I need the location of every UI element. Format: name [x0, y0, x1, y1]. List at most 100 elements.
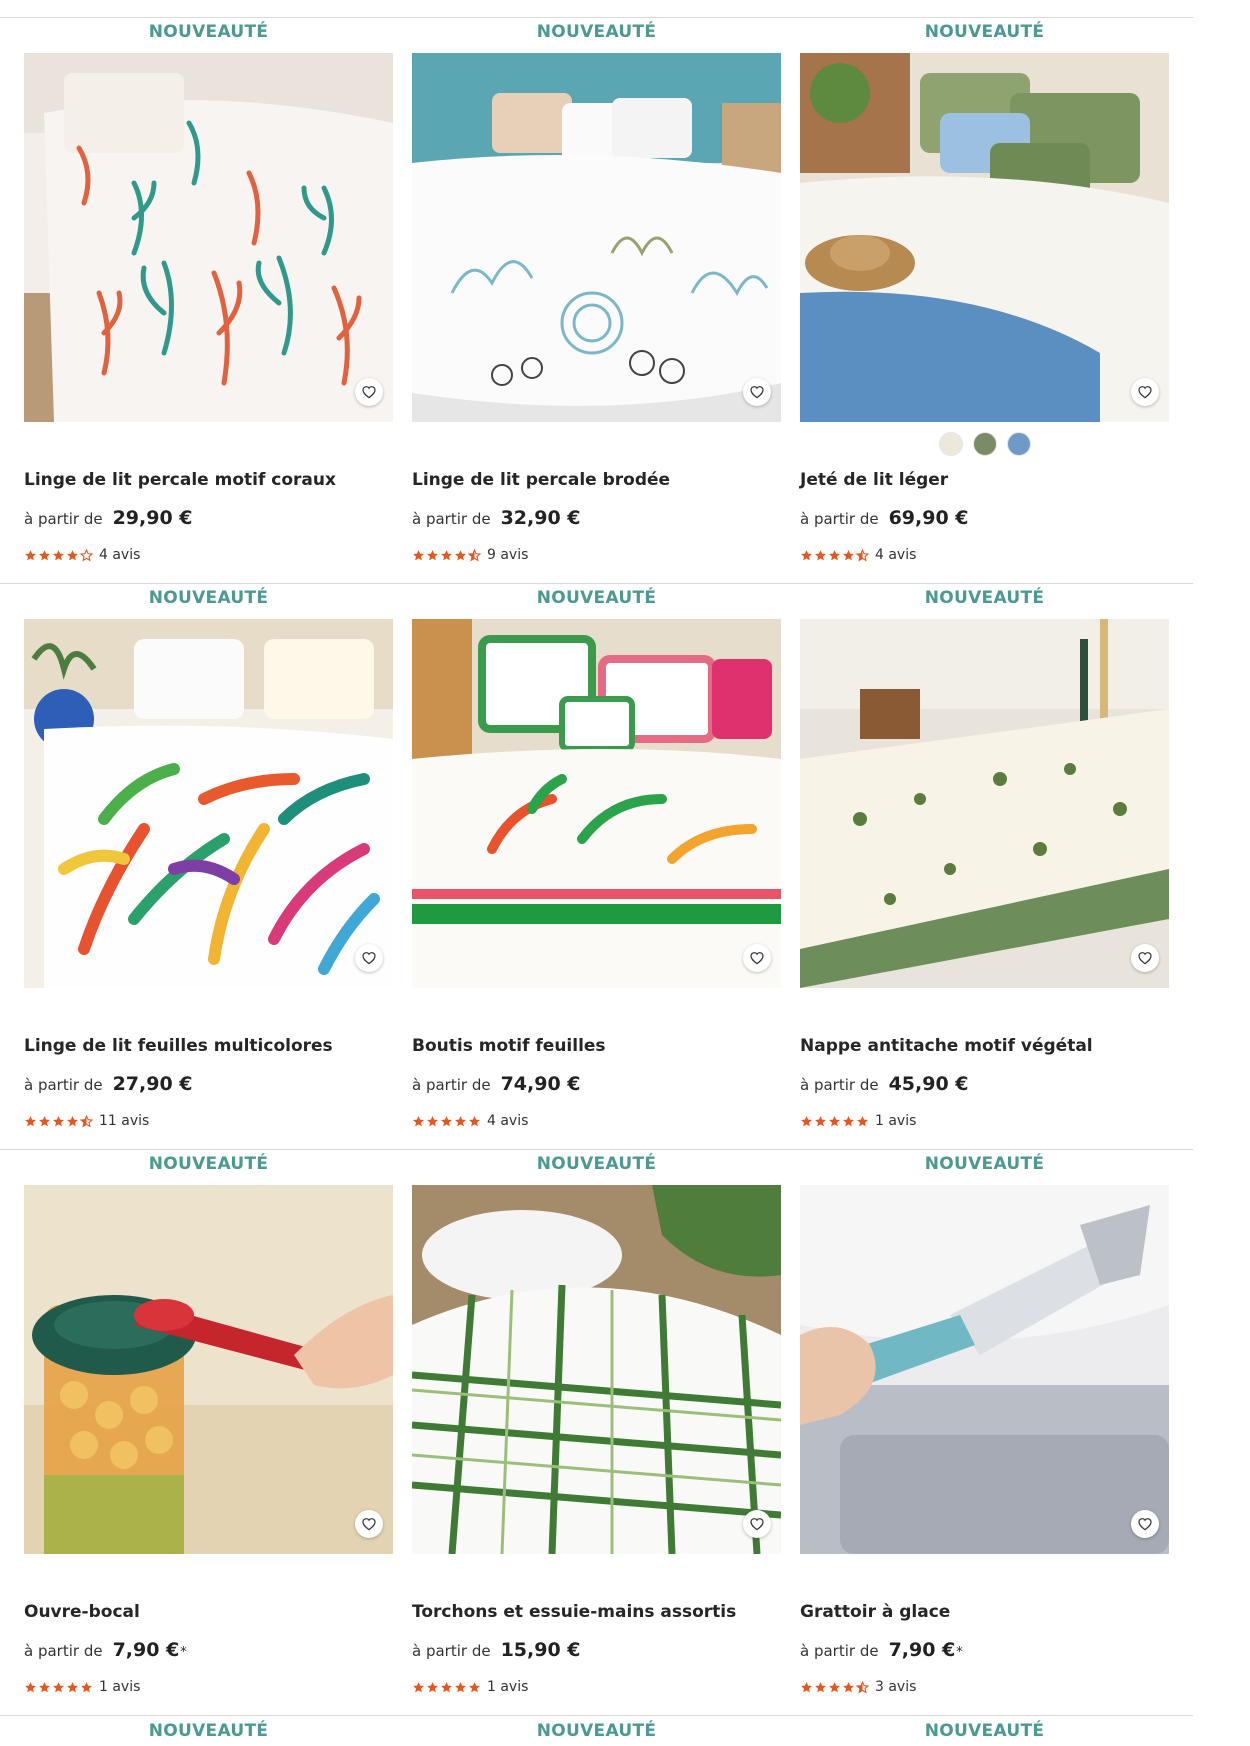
review-count: 4 avis [99, 547, 141, 563]
product-title[interactable]: Boutis motif feuilles [412, 1036, 781, 1056]
price-line: à partir de 74,90 € [412, 1073, 582, 1095]
price-footnote: * [180, 1645, 187, 1660]
product-title[interactable]: Jeté de lit léger [800, 470, 1169, 490]
favorite-button[interactable] [743, 378, 771, 406]
star-icon [842, 1681, 855, 1694]
new-badge: NOUVEAUTÉ [148, 588, 269, 608]
star-icon [412, 1681, 425, 1694]
price-line: à partir de 32,90 € [412, 507, 582, 529]
star-icon [426, 1681, 439, 1694]
rating[interactable]: 1 avis [412, 1679, 528, 1695]
star-icon [468, 1115, 481, 1128]
rating[interactable]: 4 avis [800, 547, 916, 563]
product-price: 45,90 € [888, 1073, 969, 1095]
star-icon [52, 549, 65, 562]
product-image[interactable] [800, 619, 1169, 988]
star-icon [454, 1681, 467, 1694]
product-price: 7,90 € [888, 1639, 956, 1661]
price-prefix: à partir de [24, 1642, 103, 1660]
product-title[interactable]: Torchons et essuie-mains assortis [412, 1602, 781, 1622]
heart-icon [361, 950, 377, 966]
price-line: à partir de 7,90 € * [800, 1639, 963, 1661]
review-count: 1 avis [487, 1679, 529, 1695]
star-icon [38, 1115, 51, 1128]
favorite-button[interactable] [355, 1510, 383, 1538]
star-icon [468, 548, 481, 562]
product-title[interactable]: Linge de lit percale brodée [412, 470, 781, 490]
star-icon [80, 548, 93, 562]
star-icon [800, 1681, 813, 1694]
new-badge: NOUVEAUTÉ [536, 1721, 657, 1741]
favorite-button[interactable] [1131, 378, 1159, 406]
product-image[interactable] [412, 619, 781, 988]
price-line: à partir de 29,90 € [24, 507, 194, 529]
product-title[interactable]: Linge de lit feuilles multicolores [24, 1036, 393, 1056]
rating[interactable]: 1 avis [24, 1679, 140, 1695]
rating-stars [24, 548, 93, 562]
favorite-button[interactable] [355, 944, 383, 972]
review-count: 1 avis [875, 1113, 917, 1129]
favorite-button[interactable] [1131, 1510, 1159, 1538]
rating-stars [800, 1680, 869, 1694]
star-icon [454, 549, 467, 562]
price-prefix: à partir de [800, 510, 879, 528]
star-icon [814, 1115, 827, 1128]
rating[interactable]: 11 avis [24, 1113, 149, 1129]
product-price: 74,90 € [500, 1073, 581, 1095]
product-title[interactable]: Linge de lit percale motif coraux [24, 470, 393, 490]
product-image[interactable] [412, 1185, 781, 1554]
color-swatch[interactable] [972, 432, 997, 456]
star-icon [856, 548, 869, 562]
rating[interactable]: 4 avis [412, 1113, 528, 1129]
heart-icon [361, 1516, 377, 1532]
rating[interactable]: 1 avis [800, 1113, 916, 1129]
product-image[interactable] [24, 1185, 393, 1554]
product-image[interactable] [800, 53, 1169, 422]
product-image[interactable] [24, 619, 393, 988]
star-icon [828, 1681, 841, 1694]
star-icon [440, 1681, 453, 1694]
price-prefix: à partir de [800, 1642, 879, 1660]
product-image[interactable] [412, 53, 781, 422]
star-icon [828, 1115, 841, 1128]
product-price: 15,90 € [500, 1639, 581, 1661]
color-swatch[interactable] [1006, 432, 1031, 456]
star-icon [80, 1681, 93, 1694]
price-line: à partir de 27,90 € [24, 1073, 194, 1095]
product-price: 27,90 € [112, 1073, 193, 1095]
product-title[interactable]: Grattoir à glace [800, 1602, 1169, 1622]
favorite-button[interactable] [1131, 944, 1159, 972]
price-prefix: à partir de [800, 1076, 879, 1094]
star-icon [24, 1681, 37, 1694]
rating[interactable]: 9 avis [412, 547, 528, 563]
favorite-button[interactable] [355, 378, 383, 406]
review-count: 1 avis [99, 1679, 141, 1695]
price-prefix: à partir de [412, 510, 491, 528]
star-icon [24, 549, 37, 562]
product-image[interactable] [800, 1185, 1169, 1554]
star-icon [842, 1115, 855, 1128]
rating-stars [24, 1681, 93, 1694]
rating[interactable]: 3 avis [800, 1679, 916, 1695]
star-icon [856, 1115, 869, 1128]
favorite-button[interactable] [743, 944, 771, 972]
rating[interactable]: 4 avis [24, 547, 140, 563]
product-image[interactable] [24, 53, 393, 422]
color-swatch[interactable] [938, 432, 963, 456]
new-badge: NOUVEAUTÉ [536, 22, 657, 42]
product-title[interactable]: Nappe antitache motif végétal [800, 1036, 1169, 1056]
star-icon [842, 549, 855, 562]
price-line: à partir de 45,90 € [800, 1073, 970, 1095]
product-title[interactable]: Ouvre-bocal [24, 1602, 393, 1622]
heart-icon [1137, 384, 1153, 400]
new-badge: NOUVEAUTÉ [148, 1154, 269, 1174]
heart-icon [749, 950, 765, 966]
review-count: 4 avis [875, 547, 917, 563]
review-count: 3 avis [875, 1679, 917, 1695]
favorite-button[interactable] [743, 1510, 771, 1538]
price-line: à partir de 69,90 € [800, 507, 970, 529]
star-icon [412, 549, 425, 562]
new-badge: NOUVEAUTÉ [924, 588, 1045, 608]
star-icon [440, 549, 453, 562]
star-icon [24, 1115, 37, 1128]
